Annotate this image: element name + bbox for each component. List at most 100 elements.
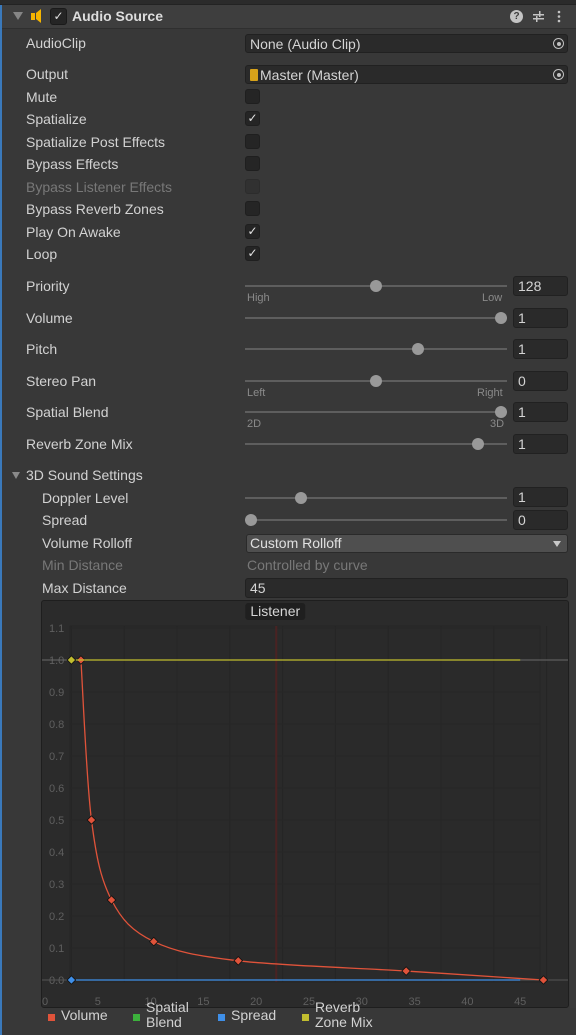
slider-thumb[interactable]: [495, 312, 507, 324]
y-tick-label: 0.1: [49, 943, 64, 955]
priority-input[interactable]: 128: [513, 276, 568, 296]
loop-checkbox[interactable]: ✓: [245, 246, 260, 261]
spatialize-post-effects-checkbox[interactable]: [245, 134, 260, 149]
legend-label-reverb-zone-mix: Reverb Zone Mix: [315, 999, 373, 1030]
component-enabled-checkbox[interactable]: ✓: [50, 8, 67, 25]
doppler-level-slider[interactable]: [245, 492, 507, 504]
legend-label-volume: Volume: [61, 1007, 108, 1023]
slider-thumb[interactable]: [411, 343, 424, 355]
legend-swatch-volume: [48, 1014, 55, 1021]
legend-label-spread: Spread: [231, 1007, 277, 1023]
audio-mixer-group-icon: [250, 69, 258, 81]
more-vertical-icon[interactable]: [557, 10, 561, 23]
play-on-awake-checkbox[interactable]: ✓: [245, 224, 260, 239]
slider-thumb[interactable]: [370, 375, 382, 387]
stereo-pan-slider[interactable]: [245, 375, 507, 387]
rolloff-curve-editor[interactable]: 0.0 0.1 0.2 0.3 0.4 0.5 0.6 0.7 0.8 0.9 1.0 1.1 0 5 10…: [41, 600, 569, 1008]
mute-checkbox[interactable]: [245, 89, 260, 104]
volume-rolloff-label: Volume Rolloff: [42, 535, 133, 551]
plot-area: [69, 625, 541, 983]
min-distance-value: Controlled by curve: [247, 557, 368, 573]
audioclip-label: AudioClip: [26, 35, 86, 51]
bypass-effects-checkbox[interactable]: [245, 156, 260, 171]
output-value: Master (Master): [260, 67, 359, 83]
y-tick-label: 0.0: [49, 975, 64, 987]
y-tick-label: 0.8: [49, 719, 64, 731]
play-on-awake-label: Play On Awake: [26, 224, 121, 240]
stereo-pan-input[interactable]: 0: [513, 371, 568, 391]
spread-label: Spread: [42, 512, 88, 528]
audioclip-field[interactable]: None (Audio Clip): [245, 34, 568, 53]
legend-swatch-spread: [218, 1014, 225, 1021]
foldout-expanded-icon[interactable]: [12, 472, 20, 479]
bypass-reverb-zones-label: Bypass Reverb Zones: [26, 201, 164, 217]
component-header[interactable]: ✓ Audio Source ?: [2, 5, 576, 29]
volume-rolloff-value: Custom Rolloff: [250, 535, 342, 551]
legend-item-spatial-blend[interactable]: Spatial Blend: [133, 1000, 189, 1030]
slider-track: [245, 411, 507, 413]
spread-slider[interactable]: [245, 514, 507, 526]
spatial-blend-min-label: 2D: [247, 418, 262, 430]
output-label: Output: [26, 66, 69, 82]
slider-thumb[interactable]: [370, 280, 382, 292]
spatial-blend-input[interactable]: 1: [513, 402, 568, 422]
output-field[interactable]: Master (Master): [245, 65, 568, 84]
legend-item-reverb-zone-mix[interactable]: Reverb Zone Mix: [302, 1000, 373, 1030]
y-tick-label: 0.5: [49, 815, 64, 827]
y-tick-label: 0.2: [49, 911, 64, 923]
loop-label: Loop: [26, 246, 58, 262]
x-tick-label: 0: [42, 996, 48, 1008]
slider-track: [245, 348, 507, 350]
spatial-blend-max-label: 3D: [490, 418, 505, 430]
reverb-zone-mix-slider[interactable]: [245, 438, 507, 450]
volume-slider[interactable]: [245, 312, 507, 324]
object-picker-icon[interactable]: [553, 69, 564, 80]
spatial-blend-slider[interactable]: [245, 406, 507, 418]
slider-thumb[interactable]: [245, 514, 257, 526]
priority-min-label: High: [247, 292, 270, 304]
stereo-pan-min-label: Left: [247, 387, 266, 399]
x-tick-label: 25: [303, 996, 315, 1008]
y-tick-label: 0.9: [49, 687, 64, 699]
rolloff-curve-chart[interactable]: 0.00.10.20.30.40.50.60.70.80.91.01.10 5 10…: [42, 601, 570, 1009]
y-tick-label: 0.4: [49, 847, 64, 859]
spread-input[interactable]: 0: [513, 510, 568, 530]
legend-item-volume[interactable]: Volume: [48, 1008, 108, 1023]
help-icon[interactable]: ?: [510, 10, 523, 23]
legend-item-spread[interactable]: Spread: [218, 1008, 276, 1023]
volume-input[interactable]: 1: [513, 308, 568, 328]
slider-thumb[interactable]: [295, 492, 307, 504]
y-tick-label: 0.6: [49, 783, 64, 795]
slider-thumb[interactable]: [495, 406, 507, 418]
slider-track: [245, 317, 507, 319]
y-tick-label: 0.7: [49, 751, 64, 763]
presets-sliders-icon[interactable]: [532, 10, 545, 23]
3d-sound-settings-foldout[interactable]: 3D Sound Settings: [26, 467, 143, 483]
y-tick-label: 1.0: [49, 655, 64, 667]
slider-track: [245, 443, 507, 445]
max-distance-input[interactable]: 45: [245, 578, 568, 598]
x-tick-label: 35: [408, 996, 420, 1008]
spatialize-checkbox[interactable]: ✓: [245, 111, 260, 126]
object-picker-icon[interactable]: [553, 38, 564, 49]
y-tick-label: 1.1: [49, 623, 64, 635]
reverb-zone-mix-input[interactable]: 1: [513, 434, 568, 454]
legend-swatch-reverb-zone-mix: [302, 1014, 309, 1021]
bypass-reverb-zones-checkbox[interactable]: [245, 201, 260, 216]
volume-label: Volume: [26, 310, 73, 326]
dropdown-arrow-icon: [553, 541, 561, 547]
priority-slider[interactable]: [245, 280, 507, 292]
bypass-effects-label: Bypass Effects: [26, 156, 119, 172]
stereo-pan-max-label: Right: [477, 387, 503, 399]
volume-rolloff-dropdown[interactable]: Custom Rolloff: [246, 534, 568, 553]
doppler-level-input[interactable]: 1: [513, 487, 568, 507]
spatialize-label: Spatialize: [26, 111, 87, 127]
listener-label: Listener: [250, 603, 300, 619]
curve-scrollbar[interactable]: [570, 600, 576, 1008]
pitch-input[interactable]: 1: [513, 339, 568, 359]
selection-accent-bar: [0, 0, 2, 1035]
reverb-zone-mix-label: Reverb Zone Mix: [26, 436, 133, 452]
slider-thumb[interactable]: [472, 438, 485, 450]
pitch-slider[interactable]: [245, 343, 507, 355]
foldout-arrow-icon[interactable]: [13, 12, 23, 20]
